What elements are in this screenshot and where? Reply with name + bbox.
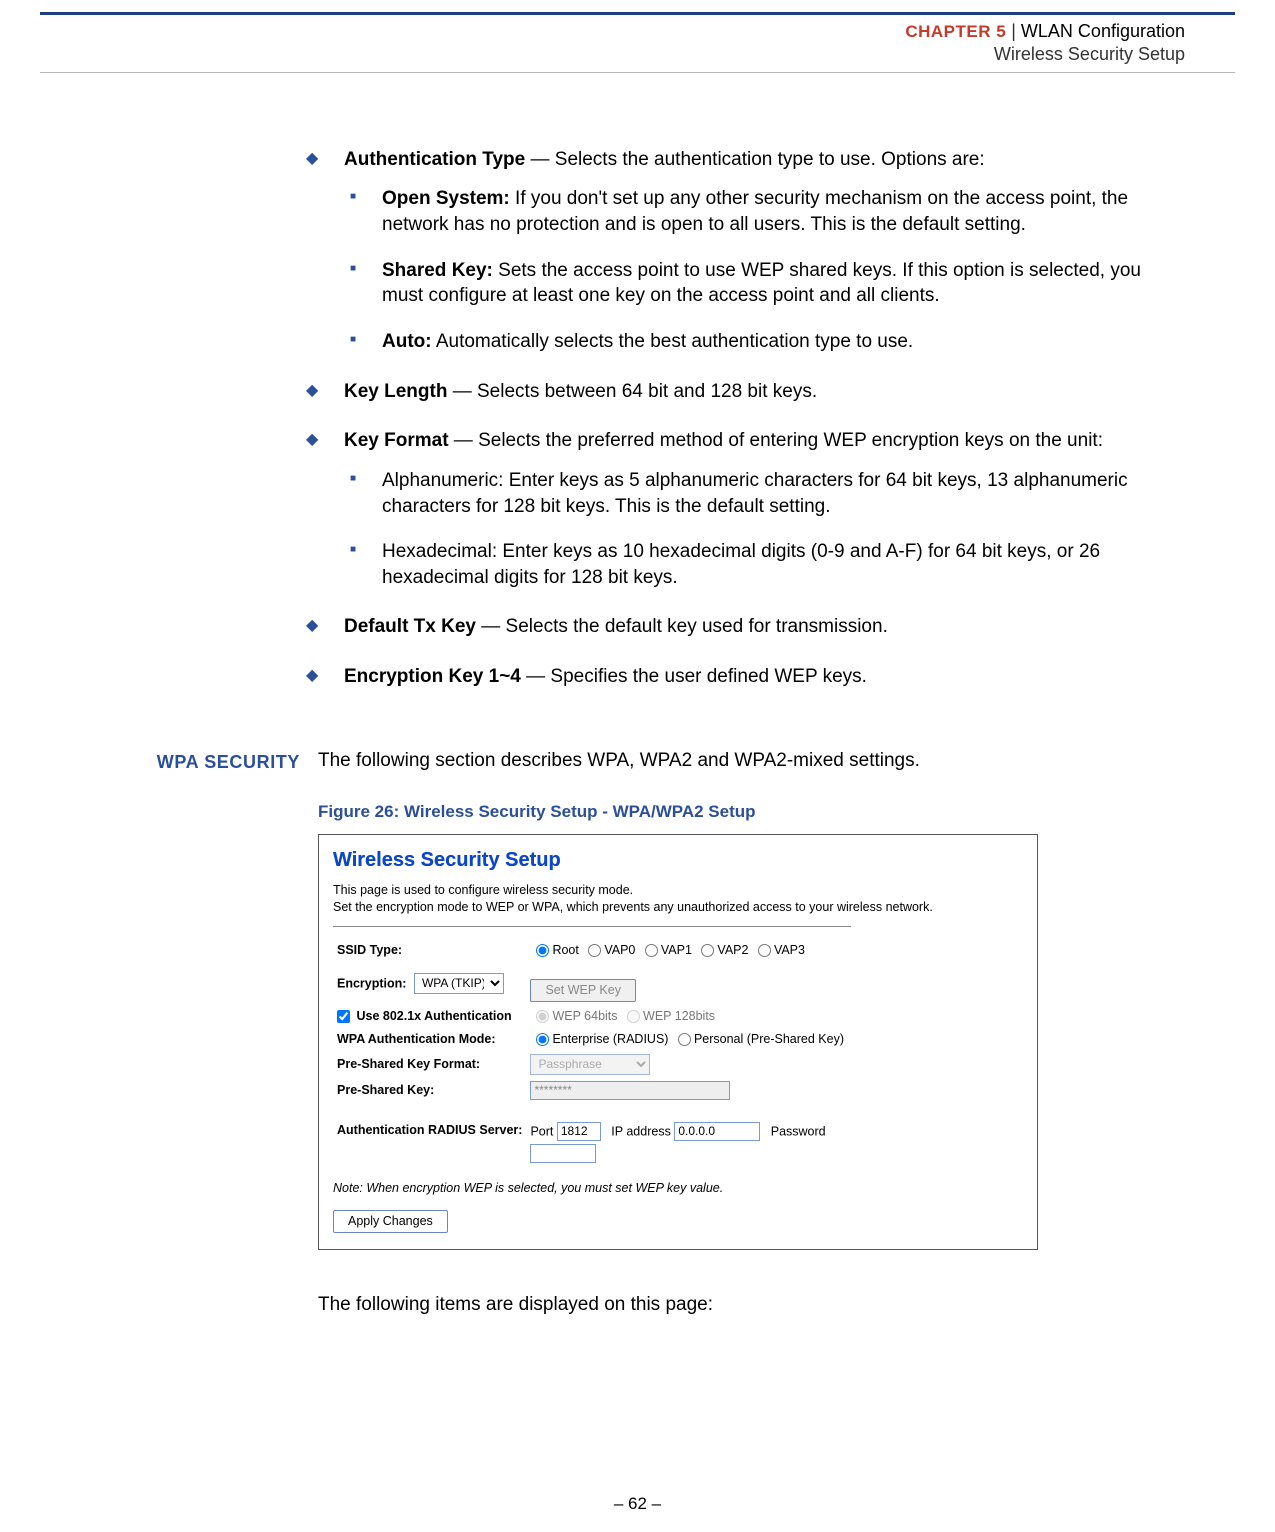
closing-text: The following items are displayed on thi…	[318, 1292, 1185, 1318]
auth-type-desc: — Selects the authentication type to use…	[525, 149, 984, 170]
radio-personal[interactable]	[678, 1033, 691, 1046]
bullet-default-tx: Default Tx Key — Selects the default key…	[300, 614, 1185, 640]
bullet-list: Authentication Type — Selects the authen…	[300, 147, 1185, 690]
radio-root[interactable]	[536, 944, 549, 957]
label-encryption: Encryption: WPA (TKIP)	[333, 962, 526, 1005]
radio-vap0[interactable]	[588, 944, 601, 957]
set-wep-key-button[interactable]: Set WEP Key	[530, 979, 636, 1002]
auth-type-title: Authentication Type	[344, 149, 525, 170]
opt-vap3: VAP3	[774, 943, 805, 957]
opt-wep64: WEP 64bits	[552, 1009, 617, 1023]
opt-vap2: VAP2	[717, 943, 748, 957]
auth-type-sublist: Open System: If you don't set up any oth…	[344, 186, 1185, 354]
label-port: Port	[530, 1124, 553, 1138]
key-format-desc: — Selects the preferred method of enteri…	[449, 430, 1103, 451]
radio-vap1[interactable]	[645, 944, 658, 957]
section-body: The following section describes WPA, WPA…	[318, 748, 1185, 1318]
shared-key-desc: Sets the access point to use WEP shared …	[382, 260, 1141, 307]
psk-input	[530, 1081, 730, 1100]
radio-vap2[interactable]	[701, 944, 714, 957]
shared-key-title: Shared Key:	[382, 260, 493, 281]
content: Authentication Type — Selects the authen…	[300, 147, 1185, 1318]
enc-key-desc: — Specifies the user defined WEP keys.	[521, 666, 867, 687]
shot-note: Note: When encryption WEP is selected, y…	[333, 1180, 1023, 1197]
key-format-sublist: Alphanumeric: Enter keys as 5 alphanumer…	[344, 468, 1185, 591]
shot-form: SSID Type: Root VAP0 VAP1 VAP2 VAP3	[333, 939, 848, 1166]
bullet-enc-key: Encryption Key 1~4 — Specifies the user …	[300, 664, 1185, 690]
header-rule	[40, 72, 1235, 73]
label-wpa-auth-mode: WPA Authentication Mode:	[333, 1028, 526, 1051]
shot-desc-2: Set the encryption mode to WEP or WPA, w…	[333, 900, 933, 914]
label-psk: Pre-Shared Key:	[333, 1078, 526, 1103]
apply-changes-button[interactable]: Apply Changes	[333, 1210, 448, 1233]
section-intro: The following section describes WPA, WPA…	[318, 748, 1185, 774]
label-8021x: Use 802.1x Authentication	[333, 1005, 526, 1028]
radio-wep128	[627, 1010, 640, 1023]
section-side-label: WPA SECURITY	[128, 748, 318, 774]
psk-format-select: Passphrase	[530, 1054, 650, 1075]
auto-title: Auto:	[382, 331, 432, 352]
radio-wep64	[536, 1010, 549, 1023]
bullet-key-format: Key Format — Selects the preferred metho…	[300, 428, 1185, 590]
key-length-title: Key Length	[344, 381, 447, 402]
page-header: CHAPTER 5 | WLAN Configuration Wireless …	[300, 14, 1185, 67]
label-ssid-type: SSID Type:	[333, 939, 526, 962]
radius-fields: Port IP address Password	[526, 1119, 848, 1166]
chapter-label: CHAPTER 5	[905, 22, 1006, 41]
header-separator: |	[1011, 21, 1016, 41]
opt-root: Root	[552, 943, 578, 957]
key-length-desc: — Selects between 64 bit and 128 bit key…	[447, 381, 817, 402]
figure-caption: Figure 26: Wireless Security Setup - WPA…	[318, 801, 1185, 824]
bullet-auth-type: Authentication Type — Selects the authen…	[300, 147, 1185, 355]
wpa-section: WPA SECURITY The following section descr…	[300, 748, 1185, 1318]
header-line-1: CHAPTER 5 | WLAN Configuration	[300, 20, 1185, 43]
label-psk-format: Pre-Shared Key Format:	[333, 1051, 526, 1078]
default-tx-desc: — Selects the default key used for trans…	[476, 616, 888, 637]
sub-alpha: Alphanumeric: Enter keys as 5 alphanumer…	[344, 468, 1185, 519]
shot-desc-1: This page is used to configure wireless …	[333, 883, 633, 897]
default-tx-title: Default Tx Key	[344, 616, 476, 637]
shot-desc: This page is used to configure wireless …	[333, 882, 1023, 916]
header-subtitle: Wireless Security Setup	[300, 43, 1185, 66]
checkbox-8021x[interactable]	[337, 1010, 350, 1023]
opt-vap1: VAP1	[661, 943, 692, 957]
label-encryption-text: Encryption:	[337, 976, 406, 990]
label-password: Password	[771, 1124, 826, 1138]
ip-input[interactable]	[674, 1122, 760, 1141]
ssid-type-options: Root VAP0 VAP1 VAP2 VAP3	[526, 939, 848, 962]
radio-enterprise[interactable]	[536, 1033, 549, 1046]
wep-bits-options: WEP 64bits WEP 128bits	[526, 1005, 848, 1028]
auto-desc: Automatically selects the best authentic…	[432, 331, 914, 352]
opt-enterprise: Enterprise (RADIUS)	[552, 1032, 668, 1046]
opt-personal: Personal (Pre-Shared Key)	[694, 1032, 844, 1046]
sub-open-system: Open System: If you don't set up any oth…	[344, 186, 1185, 237]
open-system-title: Open System:	[382, 188, 510, 209]
enc-key-title: Encryption Key 1~4	[344, 666, 521, 687]
page: CHAPTER 5 | WLAN Configuration Wireless …	[0, 0, 1275, 1532]
encryption-select[interactable]: WPA (TKIP)	[414, 973, 504, 994]
page-footer: – 62 –	[0, 1494, 1275, 1514]
sub-auto: Auto: Automatically selects the best aut…	[344, 329, 1185, 355]
sub-shared-key: Shared Key: Sets the access point to use…	[344, 258, 1185, 309]
shot-divider	[333, 926, 851, 927]
chapter-title: WLAN Configuration	[1021, 21, 1185, 41]
bullet-key-length: Key Length — Selects between 64 bit and …	[300, 379, 1185, 405]
password-input[interactable]	[530, 1144, 596, 1163]
label-ip: IP address	[611, 1124, 671, 1138]
radio-vap3[interactable]	[758, 944, 771, 957]
wpa-auth-mode-options: Enterprise (RADIUS) Personal (Pre-Shared…	[526, 1028, 848, 1051]
sub-hex: Hexadecimal: Enter keys as 10 hexadecima…	[344, 539, 1185, 590]
label-radius: Authentication RADIUS Server:	[333, 1119, 526, 1166]
port-input[interactable]	[557, 1122, 601, 1141]
top-rule	[40, 12, 1235, 15]
shot-title: Wireless Security Setup	[333, 847, 1023, 874]
opt-vap0: VAP0	[604, 943, 635, 957]
key-format-title: Key Format	[344, 430, 449, 451]
screenshot-panel: Wireless Security Setup This page is use…	[318, 834, 1038, 1250]
opt-wep128: WEP 128bits	[643, 1009, 715, 1023]
label-8021x-text: Use 802.1x Authentication	[356, 1009, 511, 1023]
